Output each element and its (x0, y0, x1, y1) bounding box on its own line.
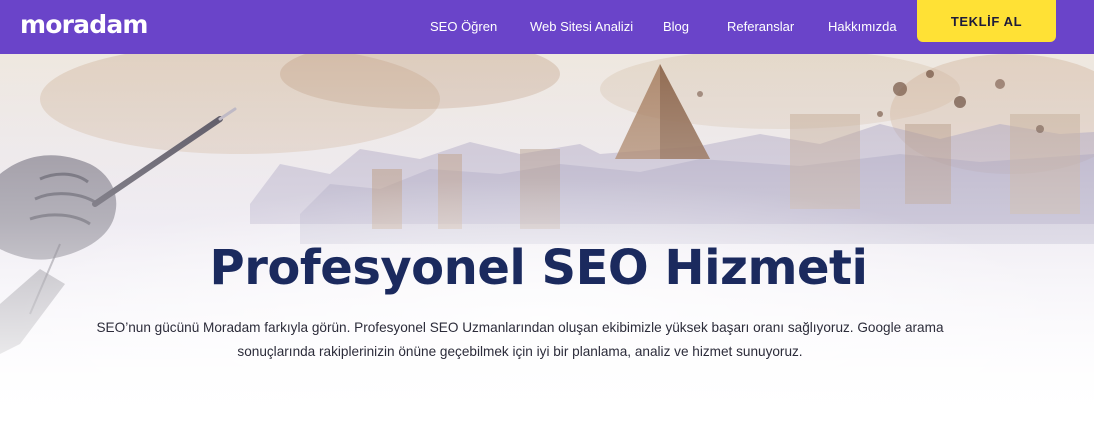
nav-link-web-sitesi-analizi[interactable]: Web Sitesi Analizi (530, 19, 633, 35)
moradam-logo[interactable]: moradam (20, 10, 148, 40)
nav-link-seo-ogren[interactable]: SEO Öğren (430, 19, 497, 35)
nav-link-blog[interactable]: Blog (663, 19, 689, 35)
hero-description: SEO’nun gücünü Moradam farkıyla görün. P… (96, 320, 944, 359)
nav-link-referanslar[interactable]: Referanslar (727, 19, 794, 35)
nav-link-hakkimizda[interactable]: Hakkımızda (828, 19, 897, 35)
hero-section: Profesyonel SEO Hizmeti SEO’nun gücünü M… (0, 54, 1094, 426)
top-navbar: moradam SEO Öğren Web Sitesi Analizi Blo… (0, 0, 1094, 54)
hero-title: Profesyonel SEO Hizmeti (209, 240, 868, 296)
teklif-al-button[interactable]: TEKLİF AL (917, 0, 1056, 42)
